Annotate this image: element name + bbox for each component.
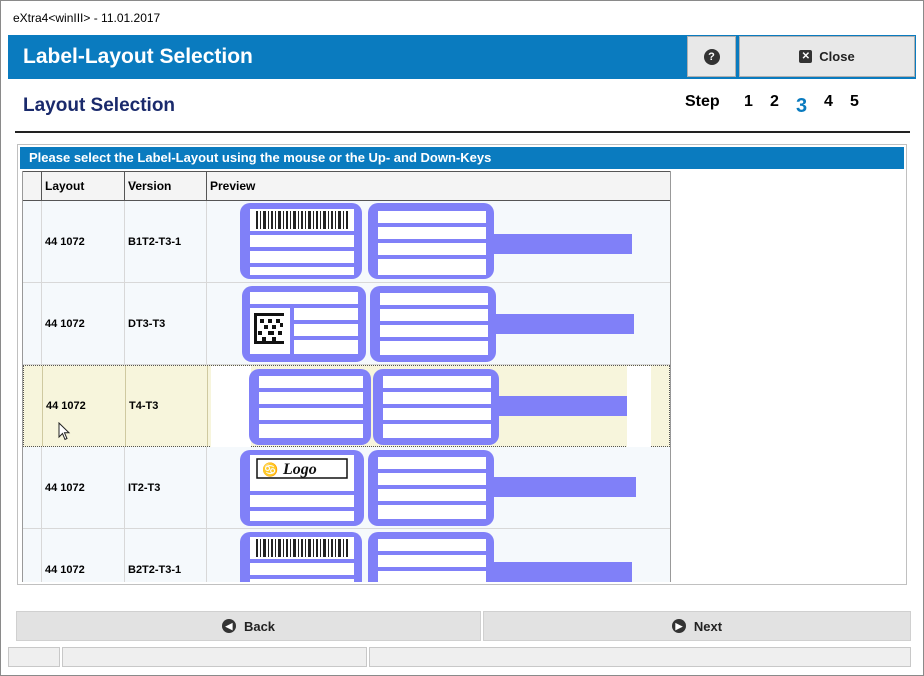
- barcode-label-preview: [240, 203, 632, 279]
- back-label: Back: [243, 618, 276, 634]
- text-label-preview: [211, 366, 651, 448]
- instruction-banner: Please select the Label-Layout using the…: [20, 147, 904, 169]
- layout-cell: 44 1072: [42, 529, 125, 582]
- row-selector[interactable]: [23, 283, 42, 364]
- divider: [15, 131, 910, 133]
- arrow-right-icon: ▶: [671, 619, 686, 633]
- version-cell: DT3-T3: [125, 283, 207, 364]
- close-button[interactable]: ✕ Close: [739, 36, 915, 77]
- step-4: 4: [824, 93, 833, 110]
- arrow-left-icon: ◀: [221, 619, 236, 633]
- status-segment: [369, 647, 911, 667]
- row-header-cell: [23, 172, 42, 200]
- step-2: 2: [770, 93, 779, 110]
- page-title: Label-Layout Selection: [23, 45, 253, 68]
- step-3-active: 3: [796, 95, 808, 117]
- logo-text: Logo: [282, 461, 317, 478]
- layout-panel: Please select the Label-Layout using the…: [17, 144, 907, 585]
- back-button[interactable]: ◀ Back: [16, 611, 481, 641]
- next-label: Next: [693, 618, 723, 634]
- barcode-label-preview: [240, 532, 632, 582]
- column-header-layout-label: Layout: [45, 179, 85, 193]
- status-segment: [8, 647, 60, 667]
- table-row[interactable]: 44 1072 IT2-T3 ♋ Logo: [23, 447, 670, 529]
- row-selector[interactable]: [23, 201, 42, 282]
- layout-grid[interactable]: Layout ▽ Version Preview 44 1072 B1T2-T3…: [22, 171, 671, 582]
- step-5: 5: [850, 93, 859, 110]
- step-1: 1: [744, 93, 753, 110]
- column-header-layout[interactable]: Layout ▽: [42, 172, 137, 200]
- logo-label-preview: ♋ Logo: [240, 450, 636, 526]
- column-header-preview[interactable]: Preview: [207, 172, 670, 200]
- help-button[interactable]: ?: [687, 36, 736, 77]
- table-row-selected[interactable]: 44 1072 T4-T3: [23, 365, 670, 448]
- version-cell: IT2-T3: [125, 447, 207, 528]
- layout-cell: 44 1072: [42, 283, 125, 364]
- question-circle-icon: ?: [703, 48, 720, 65]
- table-row[interactable]: 44 1072 B1T2-T3-1: [23, 201, 670, 283]
- close-label: Close: [819, 49, 855, 64]
- grid-header: Layout ▽ Version Preview: [23, 171, 670, 201]
- section-title: Layout Selection: [23, 95, 176, 116]
- status-segment: [62, 647, 367, 667]
- datamatrix-label-preview: [242, 286, 634, 362]
- header-bar: Label-Layout Selection ? ✕ Close: [8, 35, 916, 79]
- next-button[interactable]: ▶ Next: [483, 611, 911, 641]
- app-window: eXtra4<winIII> - 11.01.2017 Label-Layout…: [0, 0, 924, 676]
- row-selector[interactable]: [23, 447, 42, 528]
- svg-text:♋: ♋: [262, 462, 278, 477]
- table-row[interactable]: 44 1072 DT3-T3: [23, 283, 670, 365]
- layout-cell: 44 1072: [42, 447, 125, 528]
- window-title: eXtra4<winIII> - 11.01.2017: [13, 11, 161, 25]
- version-cell: T4-T3: [126, 366, 208, 446]
- close-icon: ✕: [799, 50, 813, 63]
- version-cell: B2T2-T3-1: [125, 529, 207, 582]
- layout-cell: 44 1072: [42, 201, 125, 282]
- title-bar: eXtra4<winIII> - 11.01.2017: [1, 1, 923, 35]
- row-selector[interactable]: [24, 366, 43, 446]
- mouse-cursor-icon: [58, 422, 71, 441]
- layout-cell: 44 1072: [43, 366, 126, 446]
- column-header-version[interactable]: Version: [125, 172, 207, 200]
- table-row[interactable]: 44 1072 B2T2-T3-1: [23, 529, 670, 582]
- version-cell: B1T2-T3-1: [125, 201, 207, 282]
- row-selector[interactable]: [23, 529, 42, 582]
- step-label: Step: [685, 93, 720, 110]
